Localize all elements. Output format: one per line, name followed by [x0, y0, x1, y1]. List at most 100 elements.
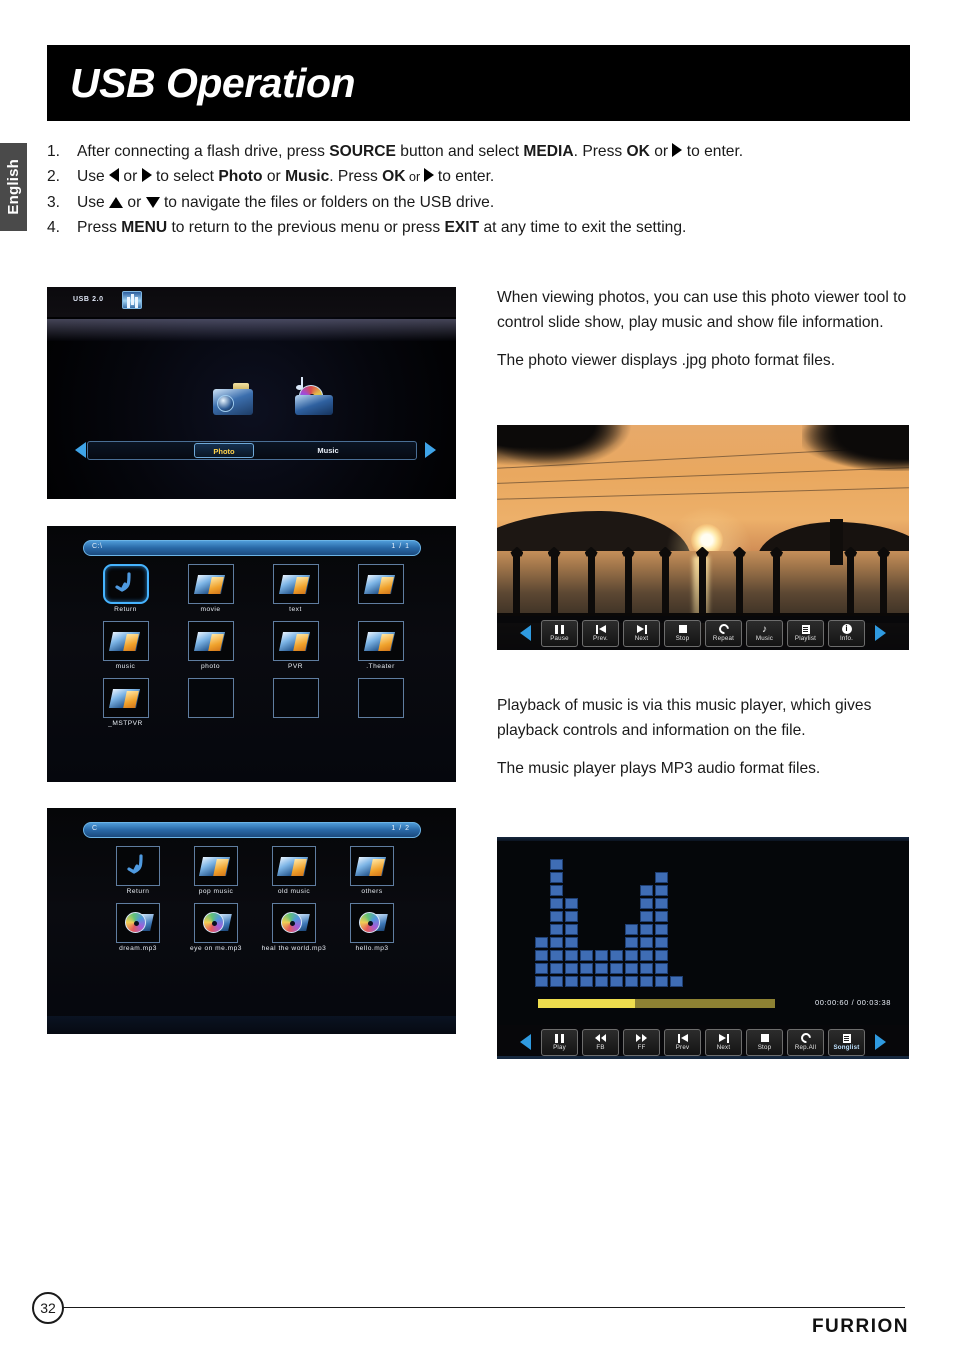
button-label: Rep.All [794, 1044, 817, 1051]
music-browser-page-indicator: 1 / 2 [391, 825, 410, 832]
file-item[interactable]: others [333, 846, 411, 895]
info-button[interactable]: i Info. [828, 619, 865, 647]
file-item[interactable]: music [83, 621, 168, 670]
visualizer-cell [655, 885, 668, 896]
ff-button[interactable]: FF [623, 1028, 660, 1056]
previous-icon [595, 624, 606, 634]
folder-icon [276, 854, 309, 878]
music-browser-path-bar: C 1 / 2 [83, 822, 421, 838]
file-item[interactable]: hello.mp3 [333, 903, 411, 952]
source-option-photo[interactable]: Photo [194, 443, 254, 458]
file-item-icon-box [194, 846, 238, 886]
file-item[interactable]: _MSTPVR [83, 678, 168, 727]
step-2: 2. Use or to select Photo or Music. Pres… [47, 164, 912, 190]
music-file-grid: Return pop music old music others dream.mp3 e… [99, 846, 411, 952]
file-item-label [253, 720, 338, 727]
file-item[interactable] [168, 678, 253, 727]
visualizer-cell [625, 976, 638, 987]
next-button[interactable]: Next [623, 619, 660, 647]
file-item[interactable]: Return [99, 846, 177, 895]
source-option-music[interactable]: Music [298, 443, 358, 458]
source-nav-left-icon[interactable] [75, 442, 86, 458]
file-item[interactable] [253, 678, 338, 727]
visualizer-cell [550, 963, 563, 974]
folder-icon [363, 572, 396, 596]
visualizer-cell [535, 950, 548, 961]
visualizer-cell [550, 911, 563, 922]
visualizer-cell [580, 963, 593, 974]
file-item[interactable]: .Theater [338, 621, 423, 670]
button-label: Pause [550, 635, 569, 642]
visualizer-column [625, 924, 638, 987]
file-item[interactable]: eye on me.mp3 [177, 903, 255, 952]
visualizer-cell [565, 924, 578, 935]
visualizer-cell [595, 963, 608, 974]
step-text: Use or to navigate the files or folders … [77, 194, 495, 211]
fence-silhouette [497, 555, 909, 623]
file-item[interactable]: movie [168, 564, 253, 613]
play-button[interactable]: Play [541, 1028, 578, 1056]
visualizer-cell [640, 937, 653, 948]
file-item-icon-box [194, 903, 238, 943]
arrow-right-icon[interactable] [875, 625, 886, 641]
visualizer-cell [550, 924, 563, 935]
file-item[interactable]: Return [83, 564, 168, 613]
visualizer-cell [640, 976, 653, 987]
repeat-icon [798, 1030, 813, 1046]
usb-version-label: USB 2.0 [73, 296, 104, 303]
triangle-right-icon [141, 168, 152, 182]
step-text: Press MENU to return to the previous men… [77, 219, 687, 236]
prev-button[interactable]: Prev [664, 1028, 701, 1056]
source-nav-right-icon[interactable] [425, 442, 436, 458]
arrow-right-icon[interactable] [875, 1034, 886, 1050]
button-label: Stop [675, 635, 690, 642]
file-item[interactable]: PVR [253, 621, 338, 670]
folder-icon [354, 854, 387, 878]
visualizer-cell [535, 937, 548, 948]
file-item[interactable]: text [253, 564, 338, 613]
file-item[interactable]: photo [168, 621, 253, 670]
visualizer-cell [655, 911, 668, 922]
file-item-icon-box [187, 678, 234, 718]
repeat-button[interactable]: Repeat [705, 619, 742, 647]
visualizer-cell [565, 963, 578, 974]
visualizer-cell [550, 950, 563, 961]
file-item[interactable] [338, 564, 423, 613]
triangle-left-icon [109, 168, 120, 182]
prev-button[interactable]: Prev. [582, 619, 619, 647]
songlist-button[interactable]: Songlist [828, 1028, 865, 1056]
file-item[interactable]: pop music [177, 846, 255, 895]
file-item[interactable]: heal the world.mp3 [255, 903, 333, 952]
music-button[interactable]: ♪ Music [746, 619, 783, 647]
playlist-button[interactable]: Playlist [787, 619, 824, 647]
folder-icon [193, 572, 226, 596]
folder-icon [198, 854, 231, 878]
file-item-icon-box [102, 678, 149, 718]
button-label: Play [553, 1044, 566, 1051]
file-item-icon-box [116, 846, 160, 886]
visualizer-cell [625, 950, 638, 961]
next-button[interactable]: Next [705, 1028, 742, 1056]
file-item-icon-box [350, 846, 394, 886]
visualizer-cell [550, 898, 563, 909]
visualizer-column [610, 950, 623, 987]
stop-button[interactable]: Stop [664, 619, 701, 647]
rep-all-button[interactable]: Rep.All [787, 1028, 824, 1056]
fast-forward-icon [636, 1033, 647, 1043]
arrow-left-icon[interactable] [520, 1034, 531, 1050]
stop-button[interactable]: Stop [746, 1028, 783, 1056]
next-icon [636, 624, 647, 634]
folder-icon [108, 686, 141, 710]
playlist-icon [842, 1033, 851, 1043]
file-item-label: pop music [198, 888, 234, 895]
fb-button[interactable]: FB [582, 1028, 619, 1056]
pause-button[interactable]: Pause [541, 619, 578, 647]
folder-icon [278, 629, 311, 653]
folder-icon [193, 629, 226, 653]
visualizer-cell [595, 976, 608, 987]
file-item[interactable]: old music [255, 846, 333, 895]
arrow-left-icon[interactable] [520, 625, 531, 641]
file-item[interactable]: dream.mp3 [99, 903, 177, 952]
screen-top-rule [497, 837, 909, 841]
file-item[interactable] [338, 678, 423, 727]
